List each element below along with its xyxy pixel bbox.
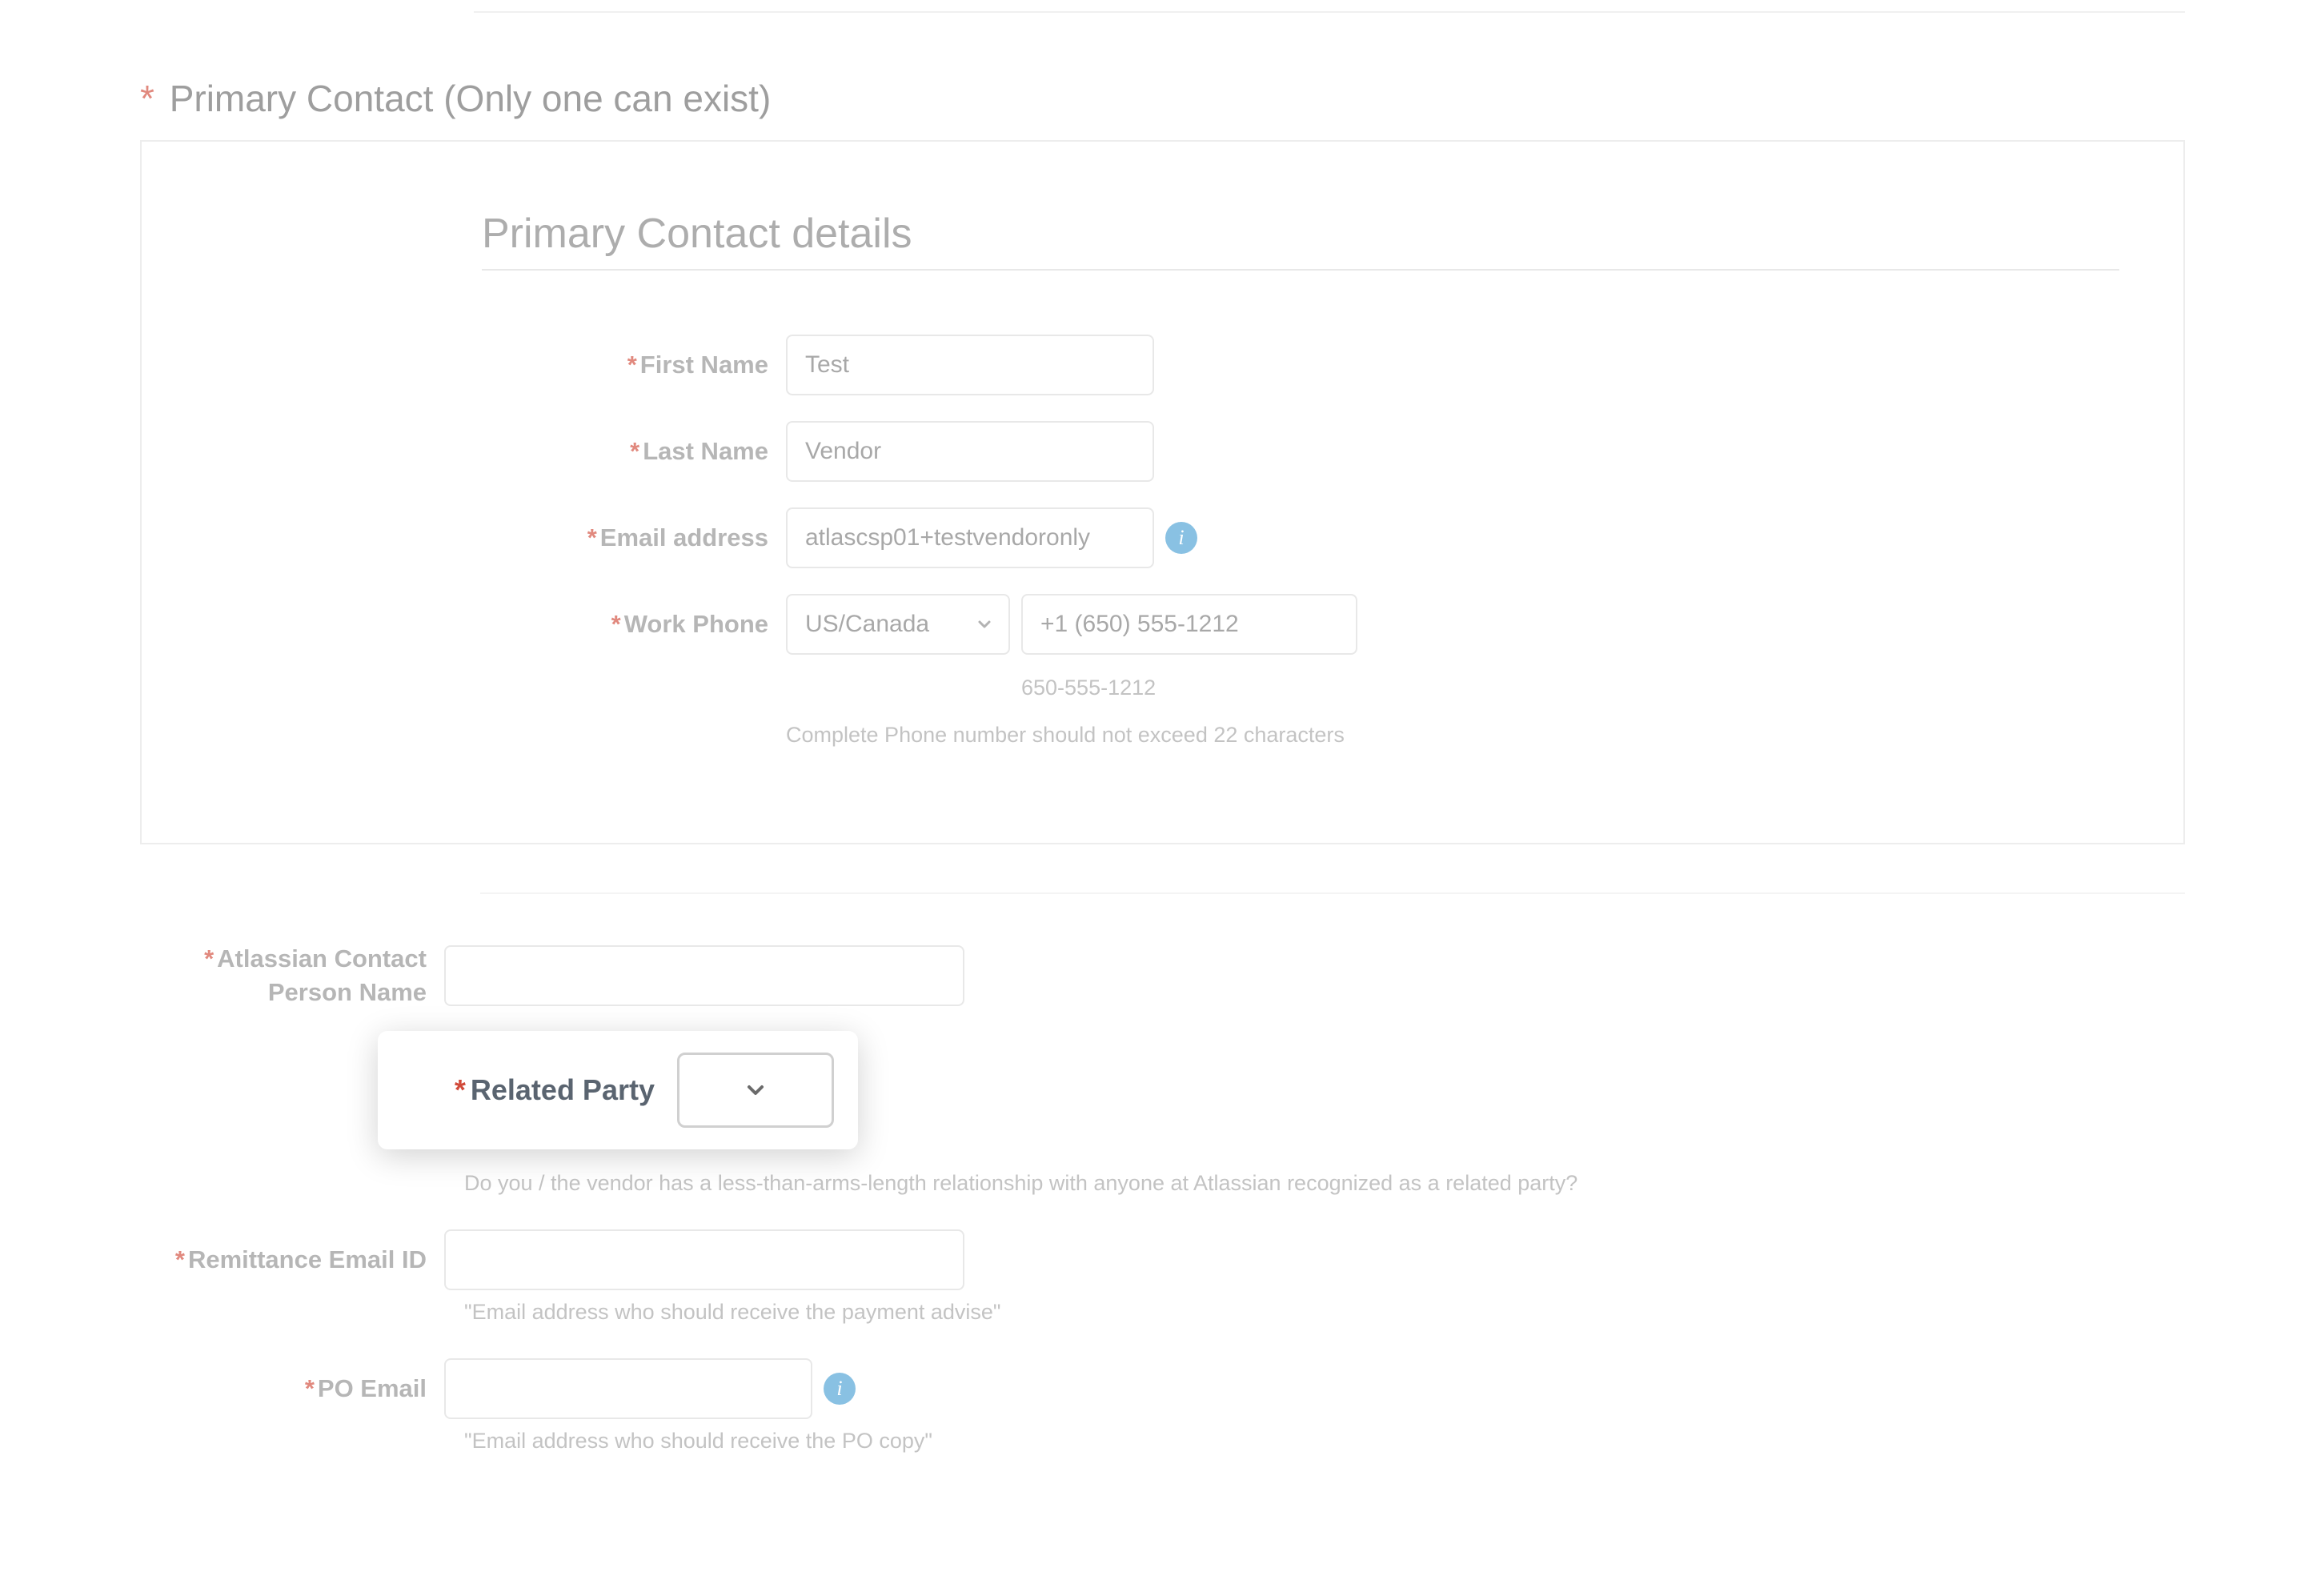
work-phone-label: *Work Phone — [482, 608, 786, 641]
po-email-row: *PO Email i "Email address who should re… — [140, 1358, 2185, 1454]
lower-divider — [480, 892, 2185, 894]
panel-subtitle-divider — [482, 269, 2119, 271]
chevron-down-icon — [743, 1077, 768, 1103]
related-party-label: *Related Party — [402, 1073, 677, 1107]
related-party-hint: Do you / the vendor has a less-than-arms… — [464, 1171, 2185, 1196]
section-title-text: Primary Contact (Only one can exist) — [170, 78, 772, 119]
phone-example-hint: 650-555-1212 — [1021, 676, 2119, 700]
email-label: *Email address — [482, 521, 786, 555]
atlassian-contact-label-text: Atlassian Contact Person Name — [217, 944, 427, 1006]
required-asterisk: * — [140, 78, 154, 119]
phone-country-select[interactable]: US/Canada — [786, 594, 1010, 655]
work-phone-row: *Work Phone US/Canada — [482, 594, 2119, 655]
work-phone-input[interactable] — [1021, 594, 1357, 655]
last-name-row: *Last Name — [482, 421, 2119, 482]
section-title: * Primary Contact (Only one can exist) — [140, 77, 771, 120]
phone-length-hint: Complete Phone number should not exceed … — [786, 723, 2119, 748]
atlassian-contact-label: *Atlassian Contact Person Name — [140, 942, 444, 1009]
info-icon[interactable]: i — [824, 1373, 856, 1405]
atlassian-contact-row: *Atlassian Contact Person Name — [140, 942, 2185, 1009]
first-name-label-text: First Name — [640, 351, 768, 379]
primary-contact-panel: Primary Contact details *First Name *Las… — [140, 140, 2185, 844]
phone-country-value: US/Canada — [805, 611, 929, 638]
email-label-text: Email address — [600, 523, 768, 551]
po-email-input[interactable] — [444, 1358, 812, 1419]
email-input[interactable] — [786, 507, 1154, 568]
lower-section: *Atlassian Contact Person Name Do you / … — [140, 892, 2185, 1487]
chevron-down-icon — [975, 615, 994, 634]
first-name-label: *First Name — [482, 348, 786, 382]
work-phone-label-text: Work Phone — [624, 610, 768, 638]
info-icon[interactable]: i — [1165, 522, 1197, 554]
first-name-input[interactable] — [786, 335, 1154, 395]
panel-subtitle: Primary Contact details — [482, 210, 2119, 258]
related-party-label-text: Related Party — [471, 1073, 655, 1106]
remittance-email-label-text: Remittance Email ID — [188, 1245, 427, 1273]
last-name-label-text: Last Name — [643, 437, 768, 465]
remittance-email-label: *Remittance Email ID — [140, 1243, 444, 1277]
po-email-label: *PO Email — [140, 1372, 444, 1406]
email-row: *Email address i — [482, 507, 2119, 568]
related-party-highlight: *Related Party — [378, 1031, 858, 1149]
atlassian-contact-input[interactable] — [444, 945, 964, 1006]
remittance-email-row: *Remittance Email ID "Email address who … — [140, 1229, 2185, 1325]
po-email-label-text: PO Email — [318, 1374, 427, 1402]
last-name-input[interactable] — [786, 421, 1154, 482]
last-name-label: *Last Name — [482, 435, 786, 468]
po-email-hint: "Email address who should receive the PO… — [464, 1429, 2185, 1454]
first-name-row: *First Name — [482, 335, 2119, 395]
top-divider — [474, 11, 2185, 13]
related-party-select[interactable] — [677, 1053, 834, 1128]
remittance-email-input[interactable] — [444, 1229, 964, 1290]
remittance-email-hint: "Email address who should receive the pa… — [464, 1300, 2185, 1325]
